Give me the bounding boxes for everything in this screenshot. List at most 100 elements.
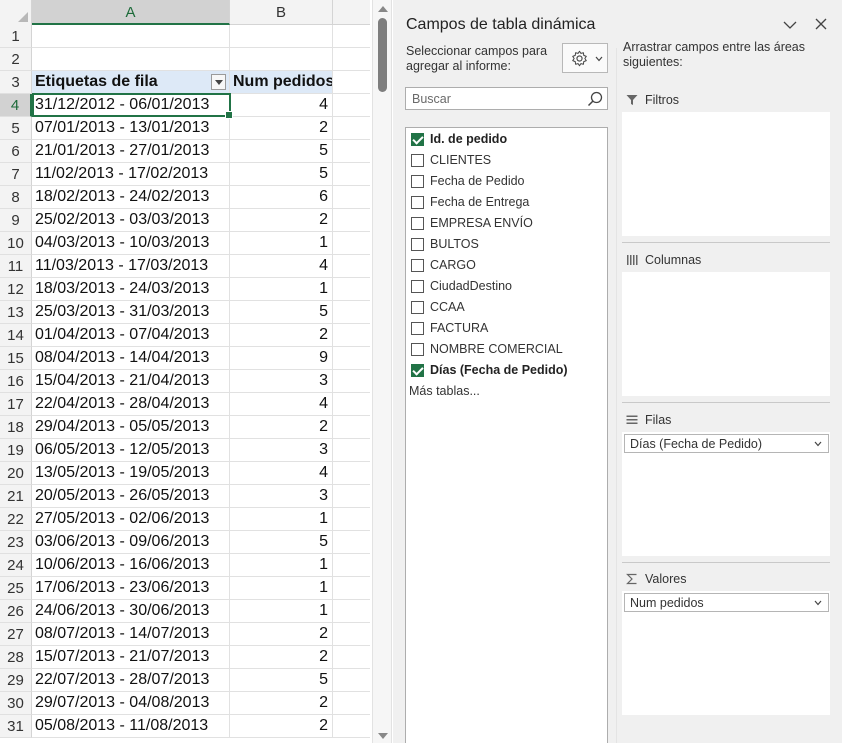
row-number[interactable]: 28	[0, 646, 32, 669]
order-count-cell[interactable]: 2	[230, 646, 333, 669]
row-label-cell[interactable]: 31/12/2012 - 06/01/2013	[32, 94, 230, 117]
row-label-cell[interactable]: 01/04/2013 - 07/04/2013	[32, 324, 230, 347]
cell-c3[interactable]	[333, 71, 370, 94]
empty-cell[interactable]	[333, 623, 370, 646]
row-label-cell[interactable]: 08/04/2013 - 14/04/2013	[32, 347, 230, 370]
order-count-cell[interactable]: 5	[230, 301, 333, 324]
row-labels-header[interactable]: Etiquetas de fila	[32, 71, 230, 94]
row-label-cell[interactable]: 15/07/2013 - 21/07/2013	[32, 646, 230, 669]
empty-cell[interactable]	[333, 163, 370, 186]
order-count-cell[interactable]: 2	[230, 117, 333, 140]
row-number[interactable]: 12	[0, 278, 32, 301]
row-label-cell[interactable]: 18/03/2013 - 24/03/2013	[32, 278, 230, 301]
row-label-cell[interactable]: 10/06/2013 - 16/06/2013	[32, 554, 230, 577]
empty-cell[interactable]	[333, 140, 370, 163]
empty-cell[interactable]	[333, 278, 370, 301]
row-number[interactable]: 9	[0, 209, 32, 232]
row-label-cell[interactable]: 11/02/2013 - 17/02/2013	[32, 163, 230, 186]
empty-cell[interactable]	[333, 646, 370, 669]
filter-dropdown-icon[interactable]	[211, 74, 226, 90]
row-number[interactable]: 25	[0, 577, 32, 600]
cell-a2[interactable]	[32, 48, 230, 71]
row-label-cell[interactable]: 03/06/2013 - 09/06/2013	[32, 531, 230, 554]
column-header-a[interactable]: A	[32, 0, 230, 25]
row-label-cell[interactable]: 18/02/2013 - 24/02/2013	[32, 186, 230, 209]
field-checkbox[interactable]	[411, 175, 424, 188]
row-number[interactable]: 2	[0, 48, 32, 71]
field-checkbox[interactable]	[411, 301, 424, 314]
order-count-cell[interactable]: 2	[230, 692, 333, 715]
field-item[interactable]: CLIENTES	[411, 152, 601, 170]
field-item[interactable]: Fecha de Entrega	[411, 194, 601, 212]
row-number[interactable]: 8	[0, 186, 32, 209]
row-label-cell[interactable]: 17/06/2013 - 23/06/2013	[32, 577, 230, 600]
order-count-cell[interactable]: 5	[230, 531, 333, 554]
order-count-cell[interactable]: 2	[230, 416, 333, 439]
field-search-box[interactable]	[405, 87, 608, 110]
field-checkbox[interactable]	[411, 280, 424, 293]
columns-drop-area[interactable]	[622, 272, 830, 396]
row-label-cell[interactable]: 07/01/2013 - 13/01/2013	[32, 117, 230, 140]
empty-cell[interactable]	[333, 117, 370, 140]
field-item[interactable]: FACTURA	[411, 320, 601, 338]
order-count-cell[interactable]: 5	[230, 163, 333, 186]
values-drop-area[interactable]: Num pedidos	[622, 591, 830, 715]
field-checkbox[interactable]	[411, 154, 424, 167]
empty-cell[interactable]	[333, 94, 370, 117]
pane-splitter[interactable]	[616, 48, 617, 743]
row-label-cell[interactable]: 25/02/2013 - 03/03/2013	[32, 209, 230, 232]
values-header[interactable]: Num pedidos	[230, 71, 333, 94]
more-tables-link[interactable]: Más tablas...	[409, 384, 480, 398]
empty-cell[interactable]	[333, 692, 370, 715]
row-label-cell[interactable]: 05/08/2013 - 11/08/2013	[32, 715, 230, 738]
row-label-cell[interactable]: 29/07/2013 - 04/08/2013	[32, 692, 230, 715]
cell-c2[interactable]	[333, 48, 370, 71]
row-label-cell[interactable]: 04/03/2013 - 10/03/2013	[32, 232, 230, 255]
row-number[interactable]: 20	[0, 462, 32, 485]
order-count-cell[interactable]: 3	[230, 485, 333, 508]
field-item[interactable]: CCAA	[411, 299, 601, 317]
order-count-cell[interactable]: 1	[230, 577, 333, 600]
empty-cell[interactable]	[333, 715, 370, 738]
row-number[interactable]: 21	[0, 485, 32, 508]
row-number[interactable]: 27	[0, 623, 32, 646]
row-number[interactable]: 3	[0, 71, 32, 94]
scroll-thumb[interactable]	[378, 18, 387, 92]
field-item[interactable]: CiudadDestino	[411, 278, 601, 296]
empty-cell[interactable]	[333, 462, 370, 485]
field-checkbox[interactable]	[411, 322, 424, 335]
order-count-cell[interactable]: 3	[230, 370, 333, 393]
order-count-cell[interactable]: 5	[230, 669, 333, 692]
field-checkbox[interactable]	[411, 238, 424, 251]
field-item[interactable]: Id. de pedido	[411, 131, 601, 149]
scroll-up-icon[interactable]	[378, 6, 388, 12]
field-item[interactable]: Días (Fecha de Pedido)	[411, 362, 601, 380]
field-item[interactable]: EMPRESA ENVÍO	[411, 215, 601, 233]
rows-drop-area[interactable]: Días (Fecha de Pedido)	[622, 432, 830, 556]
empty-cell[interactable]	[333, 577, 370, 600]
row-number[interactable]: 1	[0, 25, 32, 48]
worksheet-grid[interactable]: A B 1 2 3 Etiquetas de fila Num pedidos	[0, 0, 370, 743]
chevron-down-icon[interactable]	[814, 600, 822, 606]
column-header-c[interactable]	[333, 0, 370, 25]
order-count-cell[interactable]: 3	[230, 439, 333, 462]
order-count-cell[interactable]: 9	[230, 347, 333, 370]
order-count-cell[interactable]: 4	[230, 462, 333, 485]
cell-a1[interactable]	[32, 25, 230, 48]
order-count-cell[interactable]: 4	[230, 393, 333, 416]
field-item[interactable]: BULTOS	[411, 236, 601, 254]
order-count-cell[interactable]: 4	[230, 255, 333, 278]
empty-cell[interactable]	[333, 393, 370, 416]
select-all-corner[interactable]	[0, 0, 32, 25]
tools-button[interactable]	[562, 43, 608, 73]
empty-cell[interactable]	[333, 209, 370, 232]
row-label-cell[interactable]: 21/01/2013 - 27/01/2013	[32, 140, 230, 163]
column-header-b[interactable]: B	[230, 0, 333, 25]
scroll-down-icon[interactable]	[378, 733, 388, 739]
field-checkbox[interactable]	[411, 217, 424, 230]
order-count-cell[interactable]: 6	[230, 186, 333, 209]
empty-cell[interactable]	[333, 255, 370, 278]
field-item[interactable]: NOMBRE COMERCIAL	[411, 341, 601, 359]
empty-cell[interactable]	[333, 508, 370, 531]
field-item[interactable]: Fecha de Pedido	[411, 173, 601, 191]
